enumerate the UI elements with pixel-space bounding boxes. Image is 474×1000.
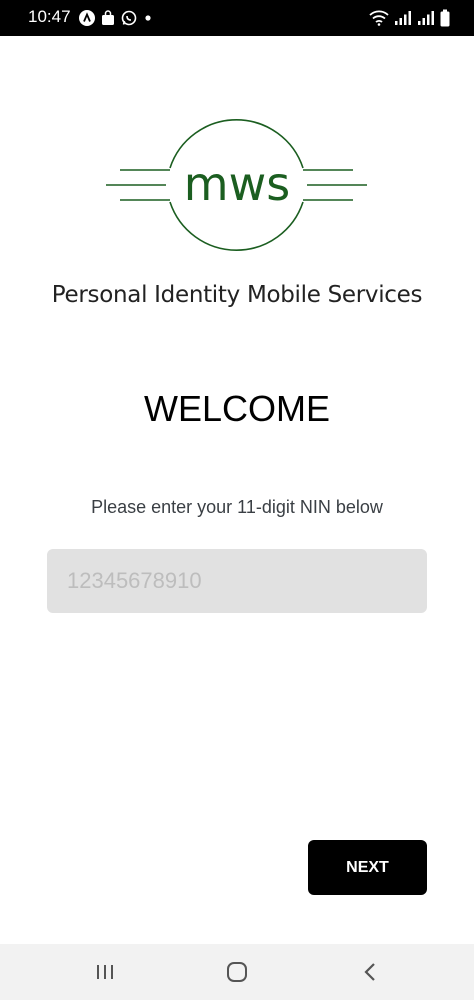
recent-apps-icon[interactable] [75, 944, 135, 1000]
back-icon[interactable] [340, 944, 400, 1000]
nin-instruction: Please enter your 11-digit NIN below [91, 497, 383, 517]
next-button[interactable]: NEXT [308, 840, 427, 895]
signal-icon [394, 10, 412, 26]
whatsapp-icon [121, 10, 137, 26]
mws-logo: mws [104, 112, 370, 256]
logo-text: mws [184, 157, 290, 211]
navigation-bar [0, 944, 474, 1000]
home-icon[interactable] [207, 944, 267, 1000]
welcome-heading: WELCOME [143, 388, 330, 429]
wifi-icon [369, 10, 389, 26]
status-time: 10:47 [28, 7, 71, 26]
nin-input[interactable] [47, 549, 427, 613]
system-icons [369, 8, 450, 28]
signal-icon [417, 10, 435, 26]
a-icon [79, 10, 95, 26]
app-tagline: Personal Identity Mobile Services [51, 282, 423, 308]
dot-icon [143, 10, 153, 26]
notification-icons [79, 9, 153, 27]
shopping-bag-icon [101, 10, 115, 26]
battery-icon [440, 9, 450, 27]
status-bar: 10:47 [0, 0, 474, 36]
